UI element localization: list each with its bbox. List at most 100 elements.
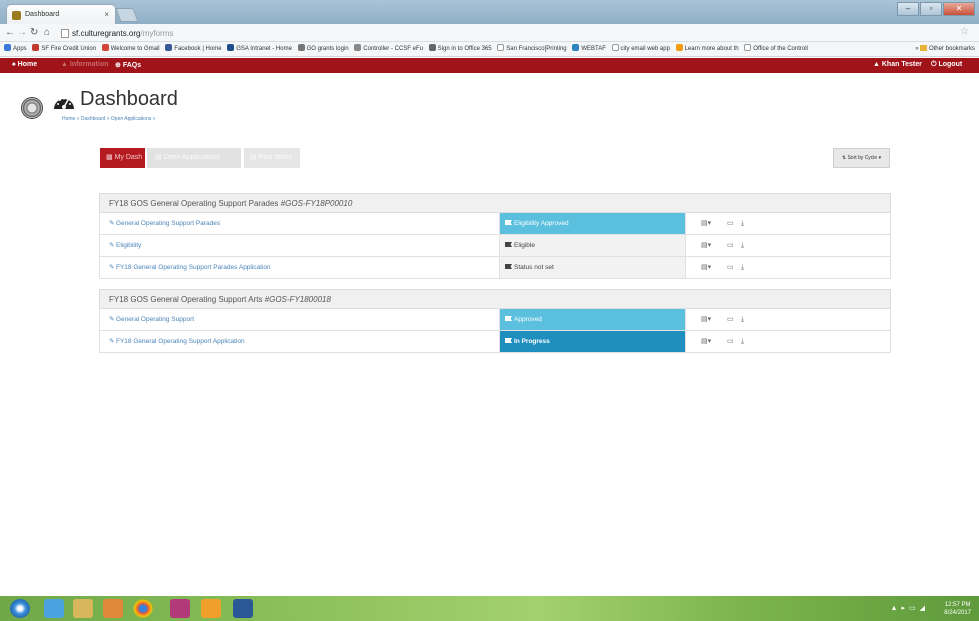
- bookmark-item[interactable]: Welcome to Gmail: [101, 42, 160, 56]
- bookmark-apps[interactable]: Apps: [4, 42, 27, 56]
- clock-date: 8/24/2017: [944, 610, 971, 616]
- maximize-button[interactable]: ▫: [920, 2, 942, 16]
- url-domain: sf.culturegrants.org: [72, 29, 141, 38]
- media-player-icon[interactable]: [103, 599, 123, 618]
- bookmark-item[interactable]: San Francisco[Printing: [497, 42, 567, 56]
- system-clock[interactable]: 12:57 PM 8/24/2017: [944, 601, 971, 617]
- attachment-icon[interactable]: ▭: [727, 241, 734, 250]
- form-link[interactable]: ✎ FY18 General Operating Support Parades …: [100, 257, 500, 278]
- bookmark-item[interactable]: Facebook | Home: [165, 42, 222, 56]
- download-icon[interactable]: ⤓: [741, 263, 744, 272]
- bookmark-item[interactable]: WEBTAF: [572, 42, 606, 56]
- browser-tab[interactable]: Dashboard ×: [6, 4, 116, 24]
- url-path: /myforms: [140, 29, 174, 38]
- file-explorer-icon[interactable]: [73, 599, 93, 618]
- forward-arrow-icon[interactable]: →: [17, 27, 27, 39]
- reload-icon[interactable]: ↻: [30, 27, 38, 39]
- download-icon[interactable]: ⤓: [741, 219, 744, 228]
- attachment-icon[interactable]: ▭: [727, 315, 734, 324]
- browser-titlebar: Dashboard × – ▫ ✕: [0, 0, 979, 24]
- address-bar[interactable]: sf.culturegrants.org/myforms: [60, 27, 940, 40]
- table-row: ✎ General Operating Support Parades Eligi…: [99, 213, 891, 235]
- favicon-icon: [12, 11, 21, 20]
- outlook-icon[interactable]: [201, 599, 221, 618]
- table-row: ✎ FY18 General Operating Support Parades …: [99, 257, 891, 279]
- table-row: ✎ General Operating Support Approved ▤▾ ▭…: [99, 309, 891, 331]
- nav-logout[interactable]: ⏻ Logout: [931, 61, 962, 69]
- window-controls: – ▫ ✕: [897, 2, 975, 16]
- attachment-icon[interactable]: ▭: [727, 263, 734, 272]
- system-tray[interactable]: ▲▸▭◢: [891, 604, 929, 612]
- bookmark-item[interactable]: SF Fire Credit Union: [32, 42, 96, 56]
- row-actions: ▤▾ ▭ ⤓: [685, 235, 892, 256]
- print-menu-icon[interactable]: ▤▾: [701, 219, 711, 228]
- internet-explorer-icon[interactable]: [44, 599, 64, 618]
- bookmark-item[interactable]: Sign in to Office 365: [428, 42, 492, 56]
- word-icon[interactable]: [233, 599, 253, 618]
- attachment-icon[interactable]: ▭: [727, 337, 734, 346]
- edit-icon: ✎: [109, 316, 115, 323]
- print-menu-icon[interactable]: ▤▾: [701, 315, 711, 324]
- new-tab-button[interactable]: [115, 8, 139, 22]
- other-bookmarks[interactable]: » Other bookmarks: [915, 42, 975, 56]
- form-link[interactable]: ✎ Eligibility: [100, 235, 500, 256]
- access-icon[interactable]: [170, 599, 190, 618]
- sort-by-cycle-button[interactable]: ⇅ Sort by Cycle ▾: [833, 148, 890, 168]
- flag-icon: [505, 338, 512, 343]
- download-icon[interactable]: ⤓: [741, 337, 744, 346]
- table-row: ✎ Eligibility Eligible ▤▾ ▭ ⤓: [99, 235, 891, 257]
- bookmark-item[interactable]: Controller - CCSF eFu: [354, 42, 423, 56]
- tab-my-dash[interactable]: ▩ My Dash: [100, 148, 145, 168]
- back-arrow-icon[interactable]: ←: [5, 27, 15, 39]
- minimize-button[interactable]: –: [897, 2, 919, 16]
- print-menu-icon[interactable]: ▤▾: [701, 241, 711, 250]
- edit-icon: ✎: [109, 264, 115, 271]
- application-group: FY18 GOS General Operating Support Parad…: [99, 193, 891, 279]
- nav-information[interactable]: ▲ Information: [61, 61, 108, 68]
- nav-faqs[interactable]: ⊕ FAQs: [115, 61, 141, 69]
- application-group: FY18 GOS General Operating Support Arts …: [99, 289, 891, 353]
- page-title: Dashboard: [80, 88, 178, 110]
- attachment-icon[interactable]: ▭: [727, 219, 734, 228]
- download-icon[interactable]: ⤓: [741, 241, 744, 250]
- form-link[interactable]: ✎ FY18 General Operating Support Applicat…: [100, 331, 500, 352]
- status-badge: Eligibility Approved: [500, 213, 685, 234]
- group-heading: FY18 GOS General Operating Support Arts …: [99, 289, 891, 309]
- row-actions: ▤▾ ▭ ⤓: [685, 257, 892, 278]
- bookmark-item[interactable]: Office of the Controll: [744, 42, 808, 56]
- home-icon[interactable]: ⌂: [44, 27, 50, 39]
- bookmark-item[interactable]: city email web app: [611, 42, 670, 56]
- group-heading: FY18 GOS General Operating Support Parad…: [99, 193, 891, 213]
- row-actions: ▤▾ ▭ ⤓: [685, 213, 892, 234]
- bookmark-item[interactable]: Learn more about th: [675, 42, 739, 56]
- row-actions: ▤▾ ▭ ⤓: [685, 331, 892, 352]
- nav-home[interactable]: ♠ Home: [12, 61, 37, 68]
- table-row: ✎ FY18 General Operating Support Applicat…: [99, 331, 891, 353]
- flag-icon: [505, 220, 512, 225]
- print-menu-icon[interactable]: ▤▾: [701, 263, 711, 272]
- edit-icon: ✎: [109, 338, 115, 345]
- tab-past-items[interactable]: ▤ Past Items: [244, 148, 300, 168]
- status-badge: Eligible: [500, 235, 685, 256]
- breadcrumb[interactable]: Home » Dashboard » Open Applications »: [62, 116, 155, 122]
- form-link[interactable]: ✎ General Operating Support: [100, 309, 500, 330]
- download-icon[interactable]: ⤓: [741, 315, 744, 324]
- form-link[interactable]: ✎ General Operating Support Parades: [100, 213, 500, 234]
- row-actions: ▤▾ ▭ ⤓: [685, 309, 892, 330]
- page-icon: [61, 29, 69, 38]
- print-menu-icon[interactable]: ▤▾: [701, 337, 711, 346]
- status-badge: Status not set: [500, 257, 685, 278]
- bookmark-item[interactable]: GSA Intranet - Home: [227, 42, 292, 56]
- start-button[interactable]: [10, 599, 30, 618]
- tab-open-applications[interactable]: ▤ Open Applications: [147, 148, 241, 168]
- nav-user[interactable]: ▲ Khan Tester: [873, 61, 922, 68]
- edit-icon: ✎: [109, 220, 115, 227]
- bookmark-star-icon[interactable]: ☆: [960, 26, 969, 37]
- browser-toolbar: ← → ↻ ⌂ sf.culturegrants.org/myforms ☆: [0, 24, 979, 42]
- bookmark-item[interactable]: GO grants login: [297, 42, 349, 56]
- site-navbar: ♠ Home ▲ Information ⊕ FAQs ▲ Khan Teste…: [0, 58, 979, 73]
- chrome-icon[interactable]: [133, 599, 153, 618]
- dashboard-icon: [54, 97, 74, 109]
- tab-close-icon[interactable]: ×: [104, 10, 109, 19]
- close-window-button[interactable]: ✕: [943, 2, 975, 16]
